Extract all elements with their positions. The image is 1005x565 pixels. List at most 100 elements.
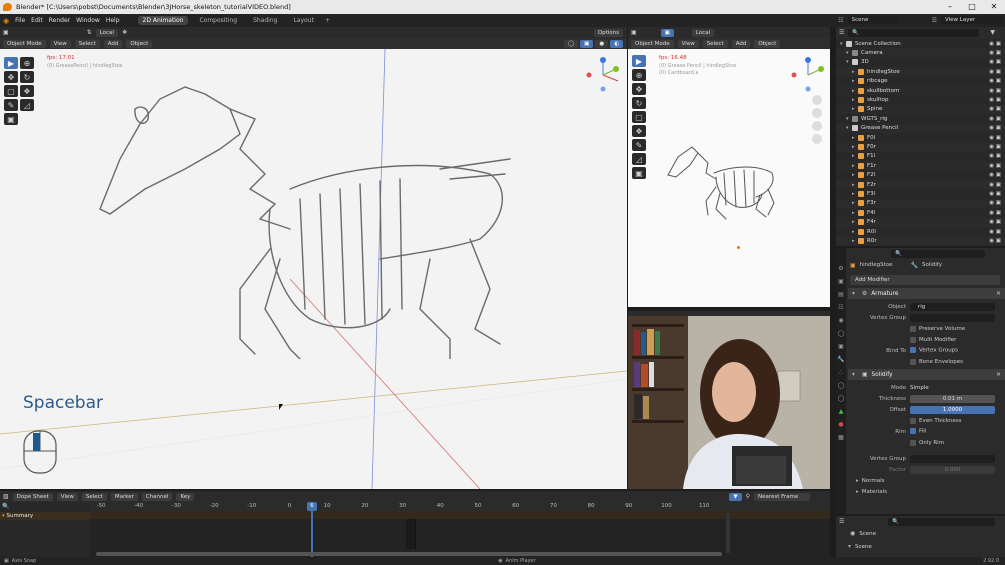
visibility-eye-icon[interactable]: ◉ ▣ [989, 78, 1001, 84]
menu-view[interactable]: View [56, 492, 78, 501]
world-tab-icon[interactable]: ◯ [836, 327, 846, 340]
editor-type-icon[interactable]: ▣ [631, 29, 637, 36]
scene-search-input[interactable]: 🔍 [888, 517, 995, 526]
filter-button[interactable]: ▼ [729, 492, 742, 501]
options-dropdown[interactable]: Options [593, 28, 623, 37]
only-rim-toggle[interactable]: Only Rim [848, 437, 1005, 448]
rotate-icon[interactable]: ↻ [20, 71, 34, 83]
thickness-field[interactable]: 0.01 m [910, 394, 995, 403]
outliner-item[interactable]: ▸ Spine ◉ ▣ [836, 105, 1005, 114]
visibility-eye-icon[interactable]: ◉ ▣ [989, 116, 1001, 122]
select-mode-button[interactable]: ▣ [660, 28, 674, 37]
material-tab-icon[interactable]: ● [836, 418, 846, 431]
filter-icon[interactable]: ⚲ [746, 493, 750, 500]
outliner-item[interactable]: ▸ F4r ◉ ▣ [836, 217, 1005, 226]
outliner-item[interactable]: ▾ 3D ◉ ▣ [836, 57, 1005, 68]
visibility-eye-icon[interactable]: ◉ ▣ [989, 59, 1001, 65]
output-tab-icon[interactable]: ▤ [836, 288, 846, 301]
outliner-item[interactable]: ▾ Grease Pencil ◉ ▣ [836, 124, 1005, 133]
materials-subpanel[interactable]: ▸ Materials [848, 486, 1005, 497]
scene-row-2[interactable]: ▾ Scene [836, 540, 1005, 553]
camera-icon[interactable] [812, 121, 822, 131]
tab-shading[interactable]: Shading [248, 16, 282, 25]
visibility-eye-icon[interactable]: ◉ ▣ [989, 200, 1001, 206]
menu-channel[interactable]: Channel [141, 492, 173, 501]
data-tab-icon[interactable]: ▲ [836, 405, 846, 418]
scene-row-1[interactable]: ◉ Scene [836, 527, 1005, 540]
factor-field[interactable]: 0.000 [910, 465, 995, 474]
dopesheet-timeline[interactable]: -50 -40 -30 -20 -10 0 10 20 30 40 50 60 70 80 90 100 110… [90, 502, 830, 557]
outliner-item[interactable]: ▸ F1r ◉ ▣ [836, 161, 1005, 170]
outliner-item[interactable]: ▸ F3l ◉ ▣ [836, 189, 1005, 199]
visibility-eye-icon[interactable]: ◉ ▣ [989, 229, 1001, 235]
close-icon[interactable]: ✕ [983, 0, 1005, 14]
visibility-eye-icon[interactable]: ◉ ▣ [989, 144, 1001, 150]
physics-tab-icon[interactable]: ◯ [836, 379, 846, 392]
snap-icon[interactable]: ❖ [122, 29, 127, 36]
transform-icon[interactable]: ❖ [20, 85, 34, 97]
menu-view[interactable]: View [677, 39, 699, 48]
move-icon[interactable]: ✥ [632, 83, 646, 95]
visibility-eye-icon[interactable]: ◉ ▣ [989, 106, 1001, 112]
outliner-item[interactable]: ▾ Scene Collection ◉ ▣ [836, 39, 1005, 49]
rotate-icon[interactable]: ↻ [632, 97, 646, 109]
editor-type-icon[interactable]: ▧ [3, 493, 9, 500]
armature-vgroup-field[interactable] [910, 313, 995, 322]
render-tab-icon[interactable]: ▣ [836, 275, 846, 288]
remove-modifier-icon[interactable]: ✕ [996, 291, 1001, 297]
menu-edit[interactable]: Edit [31, 17, 43, 24]
menu-view[interactable]: View [49, 39, 71, 48]
scale-icon[interactable]: ▢ [4, 85, 18, 97]
editor-type-icon[interactable]: ☰ [839, 29, 844, 36]
menu-window[interactable]: Window [76, 17, 100, 24]
constraints-tab-icon[interactable]: ◯ [836, 392, 846, 405]
orientation-dropdown[interactable]: Local [691, 28, 715, 37]
outliner-item[interactable]: ▸ skullbottom ◉ ▣ [836, 86, 1005, 95]
outliner-item[interactable]: ▸ F0l ◉ ▣ [836, 132, 1005, 143]
menu-key[interactable]: Key [176, 492, 195, 501]
visibility-eye-icon[interactable]: ◉ ▣ [989, 238, 1001, 244]
visibility-eye-icon[interactable]: ◉ ▣ [989, 135, 1001, 141]
properties-search-input[interactable]: 🔍 [891, 249, 985, 258]
visibility-eye-icon[interactable]: ◉ ▣ [989, 88, 1001, 94]
visibility-eye-icon[interactable]: ◉ ▣ [989, 172, 1001, 178]
outliner-item[interactable]: ▸ skulltop ◉ ▣ [836, 95, 1005, 105]
remove-modifier-icon[interactable]: ✕ [996, 372, 1001, 378]
menu-marker[interactable]: Marker [110, 492, 138, 501]
outliner-item[interactable]: ▸ ribcage ◉ ▣ [836, 76, 1005, 86]
main-viewport-canvas[interactable]: ▶ ⊕ ✥ ↻ ▢ ❖ ✎ ◿ ▣ fps: 17.01 (0) GreaseP… [0, 49, 627, 489]
menu-select[interactable]: Select [74, 39, 100, 48]
outliner-item[interactable]: ▾ WGTS_rig ◉ ▣ [836, 114, 1005, 124]
tab-compositing[interactable]: Compositing [194, 16, 242, 25]
menu-help[interactable]: Help [106, 17, 120, 24]
offset-field[interactable]: 1.0000 [910, 405, 995, 414]
overlay-button[interactable]: ◯ [564, 39, 579, 48]
menu-object[interactable]: Object [754, 39, 781, 48]
visibility-eye-icon[interactable]: ◉ ▣ [989, 191, 1001, 197]
add-cube-icon[interactable]: ▣ [4, 113, 18, 125]
shading-material-button[interactable]: ◐ [610, 39, 623, 48]
editor-type-icon[interactable]: ▣ [3, 29, 9, 36]
visibility-eye-icon[interactable]: ◉ ▣ [989, 50, 1001, 56]
solidify-vgroup-field[interactable] [910, 454, 995, 463]
maximize-icon[interactable]: □ [961, 0, 983, 14]
shading-solid-button[interactable]: ● [595, 39, 609, 48]
visibility-eye-icon[interactable]: ◉ ▣ [989, 41, 1001, 47]
select-box-icon[interactable]: ▶ [632, 55, 646, 67]
vertical-scrollbar[interactable] [726, 513, 730, 553]
solidify-modifier-header[interactable]: ▾ ▣ Solidify ✕ [848, 369, 1005, 380]
camera-viewport-canvas[interactable]: ▶ ⊕ ✥ ↻ ▢ ❖ ✎ ◿ ▣ fps: 16.48 (0) Grease … [628, 49, 830, 307]
armature-modifier-header[interactable]: ▾ ⚙ Armature ✕ [848, 288, 1005, 299]
scene-tab-icon[interactable]: ◉ [836, 314, 846, 327]
fill-toggle[interactable]: Fill [910, 428, 926, 435]
visibility-eye-icon[interactable]: ◉ ▣ [989, 125, 1001, 131]
collapse-icon[interactable]: ▾ [852, 291, 855, 297]
mode-dropdown[interactable]: Object Mode [3, 39, 46, 48]
menu-object[interactable]: Object [126, 39, 153, 48]
menu-select[interactable]: Select [81, 492, 107, 501]
scale-icon[interactable]: ▢ [632, 111, 646, 123]
menu-add[interactable]: Add [103, 39, 123, 48]
menu-render[interactable]: Render [49, 17, 70, 24]
modifier-tab-icon[interactable]: 🔧 [836, 353, 846, 366]
zoom-icon[interactable] [812, 95, 822, 105]
